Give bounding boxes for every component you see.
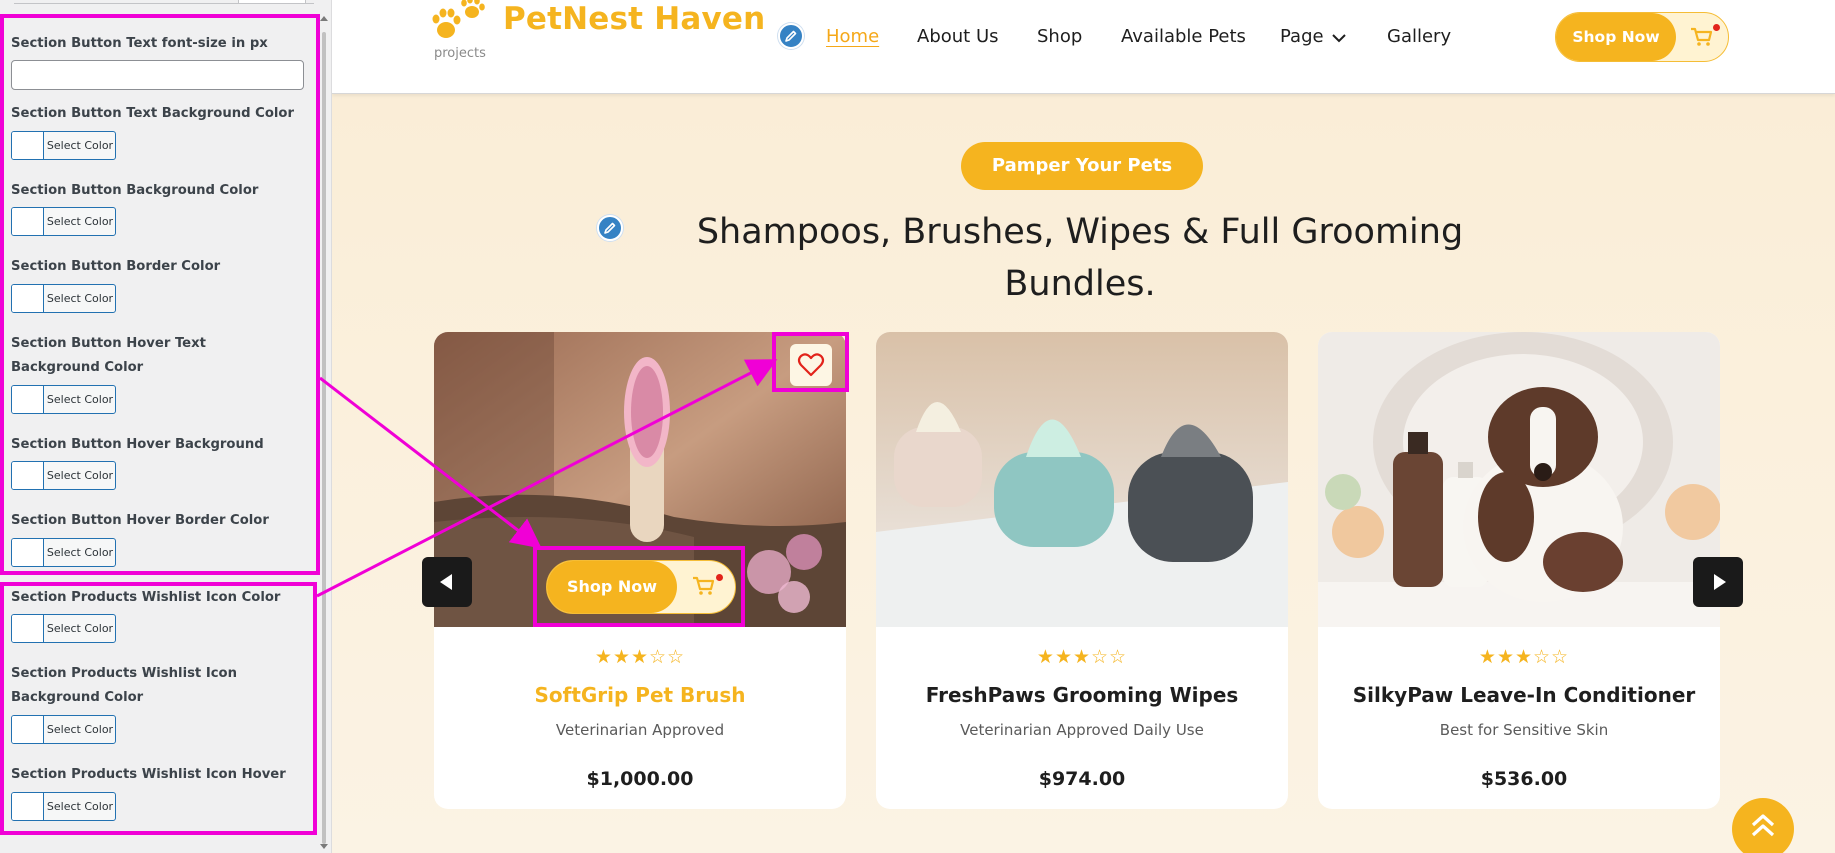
product-image-wipes[interactable] [876,332,1288,627]
site-logo-sub: projects [434,46,486,61]
annotation-box-wishlist-settings [0,582,317,835]
pencil-icon[interactable] [597,215,623,241]
nav-shop[interactable]: Shop [1037,22,1082,52]
product-subtitle: Veterinarian Approved [555,721,725,739]
nav-about-us[interactable]: About Us [917,22,999,52]
rating-stars: ★★★☆☆ [1478,646,1570,668]
product-title[interactable]: FreshPaws Grooming Wipes [876,680,1288,710]
product-price: $536.00 [1480,768,1568,790]
cart-icon[interactable] [1690,27,1714,47]
scroll-down-arrow-icon[interactable] [320,844,328,849]
rating-stars: ★★★☆☆ [1036,646,1128,668]
arrow-right-icon [1714,574,1726,590]
annotation-box-wishlist-icon [772,332,849,392]
panel-top-tab [238,0,306,4]
site-logo-name[interactable]: PetNest Haven [503,0,765,38]
product-subtitle: Best for Sensitive Skin [1439,721,1609,739]
product-subtitle: Veterinarian Approved Daily Use [960,721,1204,739]
product-title[interactable]: SoftGrip Pet Brush [434,680,846,710]
scroll-up-arrow-icon[interactable] [320,16,328,21]
rating-stars: ★★★☆☆ [594,646,686,668]
chevron-down-icon[interactable] [1331,32,1347,44]
cart-badge-dot [1713,24,1720,31]
arrow-left-icon [440,574,452,590]
header-shop-now-label[interactable]: Shop Now [1556,13,1676,61]
annotation-box-button-settings [0,14,320,575]
product-image-conditioner[interactable] [1318,332,1720,627]
scroll-to-top-button[interactable] [1732,798,1794,853]
product-price: $974.00 [1038,768,1126,790]
pencil-icon[interactable] [778,23,804,49]
site-header: PetNest Haven projects Home About Us Sho… [332,0,1835,94]
nav-available-pets[interactable]: Available Pets [1121,22,1246,52]
product-card-3[interactable]: ★★★☆☆ SilkyPaw Leave-In Conditioner Best… [1318,332,1720,809]
product-price: $1,000.00 [586,768,694,790]
section-tag-pill[interactable]: Pamper Your Pets [961,142,1203,190]
scroll-thumb[interactable] [322,32,326,844]
header-shop-now-button[interactable]: Shop Now [1555,12,1729,62]
nav-home[interactable]: Home [826,22,879,52]
carousel-next-button[interactable] [1693,557,1743,607]
panel-top-edge [14,0,314,4]
product-card-2[interactable]: ★★★☆☆ FreshPaws Grooming Wipes Veterinar… [876,332,1288,809]
screenshot-root: Section Button Text font-size in px Sect… [0,0,1835,853]
site-preview: PetNest Haven projects Home About Us Sho… [332,0,1835,853]
product-title[interactable]: SilkyPaw Leave-In Conditioner [1318,680,1720,710]
nav-gallery[interactable]: Gallery [1387,22,1451,52]
annotation-box-card-button [533,546,745,627]
double-chevron-up-icon [1751,814,1775,837]
section-headline: Shampoos, Brushes, Wipes & Full Grooming… [696,212,1464,304]
nav-page[interactable]: Page [1280,22,1324,52]
carousel-prev-button[interactable] [422,557,472,607]
paw-logo-icon [432,0,485,38]
